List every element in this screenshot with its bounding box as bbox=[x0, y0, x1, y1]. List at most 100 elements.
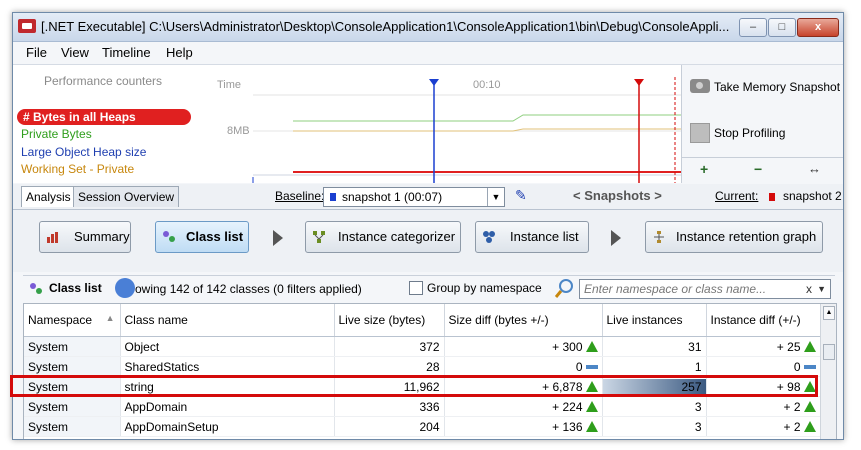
class-name-cell: SharedStatics bbox=[120, 356, 335, 377]
table-row[interactable]: System Object 372 + 300 31 + 25 bbox=[24, 336, 821, 357]
zoom-in-icon[interactable]: + bbox=[700, 161, 708, 177]
column-namespace[interactable]: Namespace ▲ bbox=[24, 304, 121, 337]
counter-working-set[interactable]: Working Set - Private bbox=[21, 162, 134, 176]
counter-private-bytes[interactable]: Private Bytes bbox=[21, 127, 92, 141]
class-list-icon bbox=[163, 231, 175, 242]
baseline-label: Baseline: bbox=[275, 189, 325, 203]
increase-arrow-icon bbox=[585, 380, 598, 392]
current-value[interactable]: snapshot 2 bbox=[783, 189, 842, 203]
scroll-thumb[interactable] bbox=[823, 344, 835, 360]
class-list-title: Class list bbox=[49, 281, 102, 295]
size-diff-cell: 0 bbox=[444, 356, 603, 377]
class-count-text: owing 142 of 142 classes (0 filters appl… bbox=[135, 282, 362, 296]
chevron-down-icon[interactable]: ▼ bbox=[817, 280, 826, 298]
analysis-tabs-row: Analysis Session Overview Baseline: snap… bbox=[13, 184, 843, 210]
increase-arrow-icon bbox=[585, 340, 598, 352]
fit-to-window-icon[interactable]: ↔ bbox=[808, 161, 821, 176]
scroll-up-icon[interactable]: ▲ bbox=[823, 306, 835, 320]
live-size-cell-value: 11,962 bbox=[403, 379, 440, 394]
class-list-grid: Namespace ▲ Class name Live size (bytes) … bbox=[23, 303, 837, 439]
menu-help[interactable]: Help bbox=[166, 45, 193, 60]
class-name-cell-value: AppDomain bbox=[124, 399, 188, 414]
instance-categorizer-button[interactable]: Instance categorizer bbox=[305, 221, 461, 253]
summary-button[interactable]: Summary bbox=[39, 221, 131, 253]
live-size-cell: 204 bbox=[334, 416, 445, 437]
retention-graph-icon bbox=[654, 231, 664, 243]
stop-profiling-button[interactable]: Stop Profiling bbox=[684, 113, 840, 151]
stop-profiling-label: Stop Profiling bbox=[714, 126, 786, 140]
instance-diff-cell-value: + 2 bbox=[783, 399, 801, 414]
menu-view[interactable]: View bbox=[61, 45, 89, 60]
namespace-cell-value: System bbox=[28, 419, 69, 434]
app-icon bbox=[18, 19, 36, 33]
table-row[interactable]: System AppDomain 336 + 224 3 + 2 bbox=[24, 396, 821, 417]
size-diff-cell: + 224 bbox=[444, 396, 603, 417]
column-size-diff[interactable]: Size diff (bytes +/-) bbox=[444, 304, 603, 337]
baseline-color-swatch bbox=[330, 193, 336, 201]
cursor-indicator-icon bbox=[115, 278, 135, 298]
class-filter-placeholder: Enter namespace or class name... bbox=[584, 282, 767, 296]
size-diff-cell-value: + 6,878 bbox=[542, 379, 583, 394]
baseline-marker-head[interactable] bbox=[429, 79, 439, 86]
column-live-instances[interactable]: Live instances bbox=[602, 304, 707, 337]
class-list-label: Class list bbox=[186, 229, 244, 244]
group-by-namespace-checkbox[interactable] bbox=[409, 281, 423, 295]
maximize-button[interactable]: □ bbox=[768, 18, 796, 37]
sort-ascending-icon: ▲ bbox=[105, 313, 115, 323]
current-label: Current: bbox=[715, 189, 759, 203]
table-row[interactable]: System SharedStatics 28 0 1 0 bbox=[24, 356, 821, 377]
column-live-size[interactable]: Live size (bytes) bbox=[334, 304, 445, 337]
counter-bytes-in-all-heaps[interactable]: # Bytes in all Heaps bbox=[17, 109, 191, 125]
tab-session-overview[interactable]: Session Overview bbox=[73, 186, 180, 207]
class-list-small-icon bbox=[30, 283, 42, 294]
live-size-cell-value: 372 bbox=[419, 339, 440, 354]
analysis-nav-row: Summary Class list Instance categorizer … bbox=[13, 210, 843, 272]
instance-list-button[interactable]: Instance list bbox=[475, 221, 589, 253]
counter-large-object-heap[interactable]: Large Object Heap size bbox=[21, 145, 146, 159]
chevron-down-icon: ▼ bbox=[487, 188, 504, 206]
class-filter-input[interactable]: Enter namespace or class name... x ▼ bbox=[579, 279, 831, 299]
live-instances-cell: 257 bbox=[602, 376, 707, 397]
size-diff-cell-value: + 136 bbox=[552, 419, 583, 434]
increase-arrow-icon bbox=[803, 340, 816, 352]
stop-icon bbox=[690, 123, 710, 143]
namespace-cell: System bbox=[24, 396, 121, 417]
timeline-graph[interactable]: Time 00:10 8MB bbox=[193, 65, 681, 183]
namespace-cell: System bbox=[24, 376, 121, 397]
column-class-name[interactable]: Class name bbox=[120, 304, 335, 337]
zoom-out-icon[interactable]: − bbox=[754, 161, 762, 177]
edit-pencil-icon[interactable]: ✎ bbox=[515, 187, 527, 204]
column-instance-diff[interactable]: Instance diff (+/-) bbox=[706, 304, 821, 337]
live-instances-cell: 3 bbox=[602, 396, 707, 417]
no-change-icon bbox=[585, 364, 598, 369]
instance-retention-graph-button[interactable]: Instance retention graph bbox=[645, 221, 823, 253]
live-size-cell-value: 28 bbox=[426, 359, 440, 374]
camera-icon bbox=[690, 79, 710, 93]
no-change-icon bbox=[803, 364, 816, 369]
menu-timeline[interactable]: Timeline bbox=[102, 45, 151, 60]
close-button[interactable]: x bbox=[797, 18, 839, 37]
namespace-cell-value: System bbox=[28, 379, 69, 394]
class-list-button[interactable]: Class list bbox=[155, 221, 249, 253]
table-row[interactable]: System string 11,962 + 6,878 257 + 98 bbox=[24, 376, 821, 397]
timeline-svg bbox=[252, 77, 681, 183]
baseline-select[interactable]: snapshot 1 (00:07) ▼ bbox=[323, 187, 505, 207]
table-row[interactable]: System AppDomainSetup 204 + 136 3 + 2 bbox=[24, 416, 821, 437]
clear-filter-icon[interactable]: x bbox=[806, 280, 812, 298]
table-body: System Object 372 + 300 31 + 25 System SharedSt… bbox=[24, 336, 821, 437]
vertical-scrollbar[interactable]: ▲ bbox=[820, 304, 836, 439]
increase-arrow-icon bbox=[803, 420, 816, 432]
tab-analysis[interactable]: Analysis bbox=[21, 186, 76, 207]
snapshots-navigator[interactable]: < Snapshots > bbox=[573, 188, 662, 203]
class-name-cell: AppDomainSetup bbox=[120, 416, 335, 437]
current-marker-head[interactable] bbox=[634, 79, 644, 86]
increase-arrow-icon bbox=[803, 400, 816, 412]
menu-file[interactable]: File bbox=[26, 45, 47, 60]
namespace-cell: System bbox=[24, 356, 121, 377]
increase-arrow-icon bbox=[585, 400, 598, 412]
instance-diff-cell: + 98 bbox=[706, 376, 821, 397]
class-name-cell-value: string bbox=[124, 379, 154, 394]
minimize-button[interactable]: – bbox=[739, 18, 767, 37]
column-label: Namespace bbox=[28, 313, 93, 327]
take-snapshot-button[interactable]: Take Memory Snapshot bbox=[684, 67, 840, 105]
